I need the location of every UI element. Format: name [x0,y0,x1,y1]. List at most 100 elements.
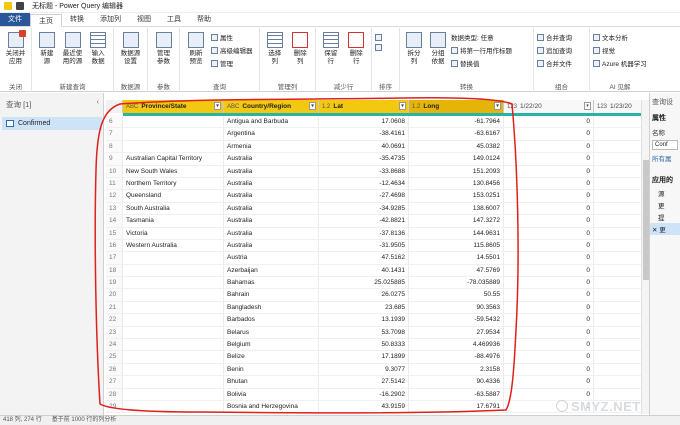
column-header-country[interactable]: ABC Country/Region ▾ [224,100,319,113]
row-number[interactable]: 20 [106,289,123,301]
filter-dropdown-icon[interactable]: ▾ [309,102,316,110]
cell-lat[interactable]: 23.685 [319,301,409,314]
cell-province[interactable]: Victoria [123,227,224,239]
cell-lat[interactable]: 27.5142 [319,376,409,388]
cell-province[interactable] [123,252,224,264]
cell-country[interactable]: Australia [224,190,319,202]
table-row[interactable]: 22 Barbados 13.1939 -59.5432 0 [106,314,646,327]
table-row[interactable]: 21 Bangladesh 23.685 90.3563 0 [106,301,646,315]
vision-button[interactable]: 视觉 [593,45,647,55]
applied-step-current[interactable]: ✕ 更 [650,223,680,235]
cell-date-1[interactable]: 0 [504,277,594,289]
cell-date-1[interactable]: 0 [504,314,594,326]
azure-ml-button[interactable]: Azure 机器学习 [593,58,647,68]
collapse-pane-icon[interactable]: ‹ [97,99,99,106]
table-row[interactable]: 12 Queensland Australia -27.4698 153.0251 0 [106,190,646,203]
cell-date-1[interactable]: 0 [504,177,594,190]
cell-province[interactable] [123,351,224,363]
cell-country[interactable]: Australia [224,202,319,215]
cell-country[interactable]: Bosnia and Herzegovina [224,400,319,413]
cell-province[interactable] [123,140,224,153]
table-row[interactable]: 26 Benin 9.3077 2.3158 0 [106,363,646,377]
cell-province[interactable] [123,128,224,140]
cell-lat[interactable]: -35.4735 [319,153,409,165]
tab-transform[interactable]: 转换 [62,13,92,26]
cell-lat[interactable]: 25.025885 [319,277,409,289]
cell-country[interactable]: Australia [224,215,319,227]
cell-long[interactable]: 17.6791 [409,400,504,413]
append-queries-button[interactable]: 追加查询 [537,45,572,55]
cell-province[interactable] [123,326,224,339]
cell-long[interactable]: 147.3272 [409,215,504,227]
cell-long[interactable]: 45.0382 [409,140,504,153]
row-number[interactable]: 29 [106,400,123,413]
row-number[interactable]: 25 [106,351,123,363]
manage-button[interactable]: 管理 [211,58,253,68]
cell-country[interactable]: Belarus [224,326,319,339]
cell-date-1[interactable]: 0 [504,339,594,351]
tab-home[interactable]: 主页 [30,14,62,27]
cell-date-1[interactable]: 0 [504,264,594,277]
table-row[interactable]: 15 Victoria Australia -37.8136 144.9631 0 [106,227,646,240]
row-number[interactable]: 9 [106,153,123,165]
table-row[interactable]: 25 Belize 17.1899 -88.4976 0 [106,351,646,364]
table-row[interactable]: 8 Armenia 40.0691 45.0382 0 [106,140,646,154]
filter-dropdown-icon[interactable]: ▾ [584,102,591,110]
cell-province[interactable]: Australian Capital Territory [123,153,224,165]
column-header-long[interactable]: 1.2 Long ▾ [409,100,504,113]
cell-country[interactable]: Australia [224,153,319,165]
cell-province[interactable]: Northern Territory [123,177,224,190]
filter-dropdown-icon[interactable]: ▾ [494,102,501,110]
cell-date-1[interactable]: 0 [504,289,594,301]
cell-date-1[interactable]: 0 [504,227,594,239]
tab-file[interactable]: 文件 [0,13,30,26]
table-row[interactable]: 18 Azerbaijan 40.1431 47.5769 0 [106,264,646,278]
cell-lat[interactable]: 26.0275 [319,289,409,301]
cell-province[interactable]: Western Australia [123,239,224,252]
cell-date-1[interactable]: 0 [504,202,594,215]
applied-step[interactable]: 源 [650,187,680,199]
cell-long[interactable]: 144.9631 [409,227,504,239]
cell-country[interactable]: Argentina [224,128,319,140]
merge-queries-button[interactable]: 合并查询 [537,32,572,42]
cell-date-1[interactable]: 0 [504,363,594,376]
table-row[interactable]: 10 New South Wales Australia -33.8688 151.20… [106,165,646,178]
row-number[interactable]: 13 [106,202,123,215]
cell-long[interactable]: 14.5501 [409,252,504,264]
advanced-editor-button[interactable]: 高级编辑器 [211,45,253,55]
cell-lat[interactable]: -33.8688 [319,165,409,177]
cell-country[interactable]: Australia [224,165,319,177]
cell-date-1[interactable]: 0 [504,116,594,128]
cell-lat[interactable]: 50.8333 [319,339,409,351]
applied-step[interactable]: 更 [650,199,680,211]
cell-lat[interactable]: -37.8136 [319,227,409,239]
cell-province[interactable] [123,363,224,376]
row-number[interactable]: 24 [106,339,123,351]
row-number[interactable]: 28 [106,388,123,400]
column-header-date-2[interactable]: 123 1/23/20 [594,100,646,113]
query-name-input[interactable]: Conf [652,140,678,150]
table-row[interactable]: 17 Austria 47.5162 14.5501 0 [106,252,646,265]
filter-dropdown-icon[interactable]: ▾ [399,102,406,110]
cell-long[interactable]: -88.4976 [409,351,504,363]
cell-country[interactable]: Australia [224,177,319,190]
cell-lat[interactable]: 9.3077 [319,363,409,376]
cell-long[interactable]: 130.8456 [409,177,504,190]
table-row[interactable]: 14 Tasmania Australia -42.8821 147.3272 0 [106,215,646,228]
cell-country[interactable]: Bolivia [224,388,319,400]
tab-view[interactable]: 视图 [129,13,159,26]
tab-add-column[interactable]: 添加列 [92,13,129,26]
cell-country[interactable]: Antigua and Barbuda [224,116,319,128]
cell-province[interactable]: New South Wales [123,165,224,177]
cell-date-1[interactable]: 0 [504,301,594,314]
cell-lat[interactable]: -16.2902 [319,388,409,400]
row-number[interactable]: 17 [106,252,123,264]
cell-date-1[interactable]: 0 [504,239,594,252]
row-number[interactable]: 23 [106,326,123,339]
cell-long[interactable]: 151.2093 [409,165,504,177]
table-row[interactable]: 6 Antigua and Barbuda 17.0608 -61.7964 0 [106,116,646,129]
cell-country[interactable]: Bangladesh [224,301,319,314]
row-number[interactable]: 7 [106,128,123,140]
cell-date-1[interactable]: 0 [504,351,594,363]
cell-long[interactable]: 138.6007 [409,202,504,215]
